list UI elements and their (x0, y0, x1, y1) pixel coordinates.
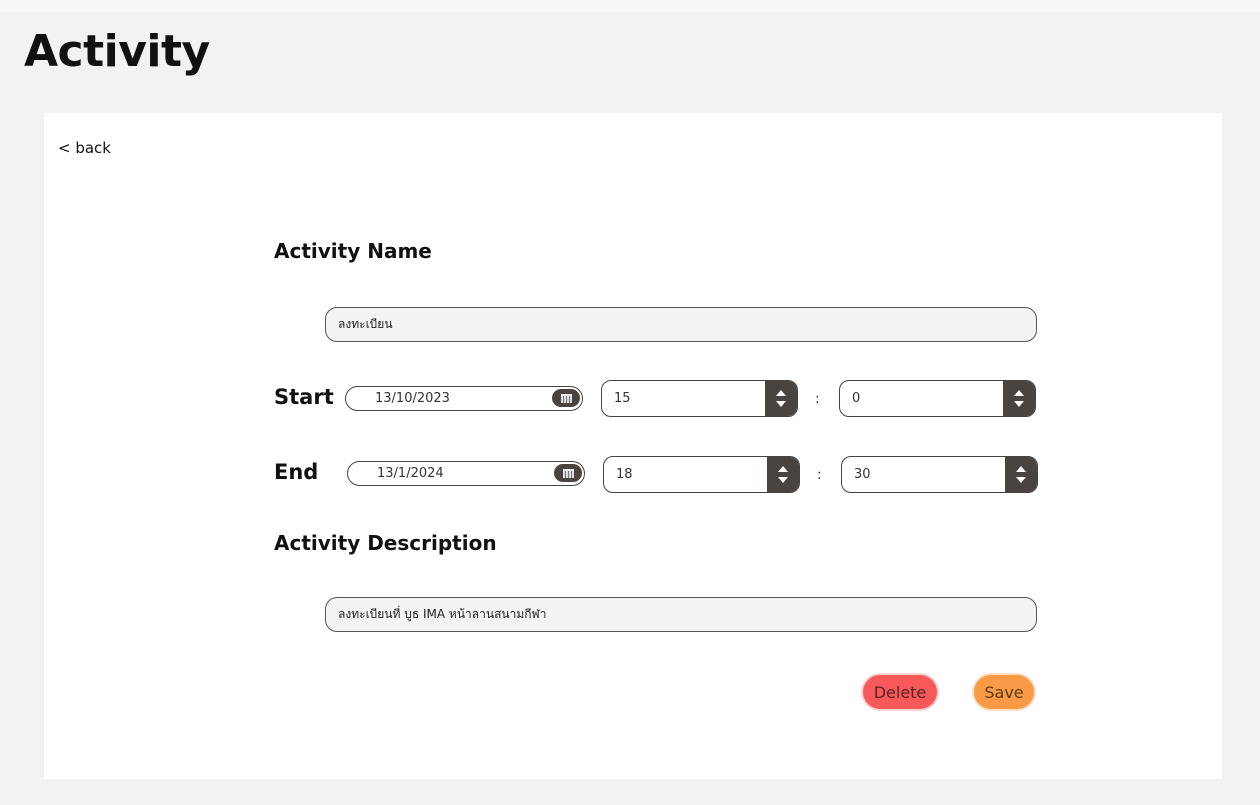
start-hour-value: 15 (614, 391, 631, 406)
start-minute-spin-buttons[interactable] (1003, 381, 1035, 416)
activity-form-card: < back Activity Name ลงทะเบียน Start 13/… (44, 113, 1222, 779)
start-minute-value: 0 (852, 391, 861, 406)
start-hour-spin-buttons[interactable] (765, 381, 797, 416)
end-hour-stepper[interactable]: 18 (603, 456, 800, 493)
save-button[interactable]: Save (972, 673, 1036, 711)
activity-description-label: Activity Description (274, 531, 497, 555)
end-date-picker[interactable]: 13/1/2024 (347, 461, 585, 486)
end-hour-spin-buttons[interactable] (767, 457, 799, 492)
end-date-calendar-button[interactable] (554, 464, 582, 482)
end-minute-stepper[interactable]: 30 (841, 456, 1038, 493)
chevron-down-icon[interactable] (776, 401, 786, 407)
chevron-up-icon[interactable] (1014, 390, 1024, 396)
start-minute-stepper[interactable]: 0 (839, 380, 1036, 417)
activity-description-input[interactable]: ลงทะเบียนที่ บูธ IMA หน้าลานสนามกีฬา (325, 597, 1037, 632)
end-minute-value: 30 (854, 467, 871, 482)
start-label: Start (274, 385, 334, 409)
chevron-down-icon[interactable] (778, 477, 788, 483)
end-label: End (274, 460, 319, 484)
start-date-calendar-button[interactable] (552, 389, 580, 407)
chevron-down-icon[interactable] (1014, 401, 1024, 407)
activity-name-label: Activity Name (274, 239, 432, 263)
start-time-separator: : (815, 391, 820, 407)
calendar-icon (562, 468, 574, 478)
activity-description-value: ลงทะเบียนที่ บูธ IMA หน้าลานสนามกีฬา (338, 607, 547, 621)
activity-name-input[interactable]: ลงทะเบียน (325, 307, 1037, 342)
page-title: Activity (24, 26, 210, 77)
start-date-value: 13/10/2023 (375, 391, 450, 406)
end-date-value: 13/1/2024 (377, 466, 444, 481)
end-minute-spin-buttons[interactable] (1005, 457, 1037, 492)
top-strip (0, 0, 1260, 12)
end-time-separator: : (817, 467, 822, 483)
calendar-icon (560, 393, 572, 403)
chevron-up-icon[interactable] (1016, 466, 1026, 472)
chevron-up-icon[interactable] (778, 466, 788, 472)
chevron-down-icon[interactable] (1016, 477, 1026, 483)
start-hour-stepper[interactable]: 15 (601, 380, 798, 417)
chevron-up-icon[interactable] (776, 390, 786, 396)
start-date-picker[interactable]: 13/10/2023 (345, 386, 583, 411)
back-link[interactable]: < back (58, 139, 111, 157)
delete-button[interactable]: Delete (861, 673, 939, 711)
activity-name-value: ลงทะเบียน (338, 317, 393, 331)
end-hour-value: 18 (616, 467, 633, 482)
